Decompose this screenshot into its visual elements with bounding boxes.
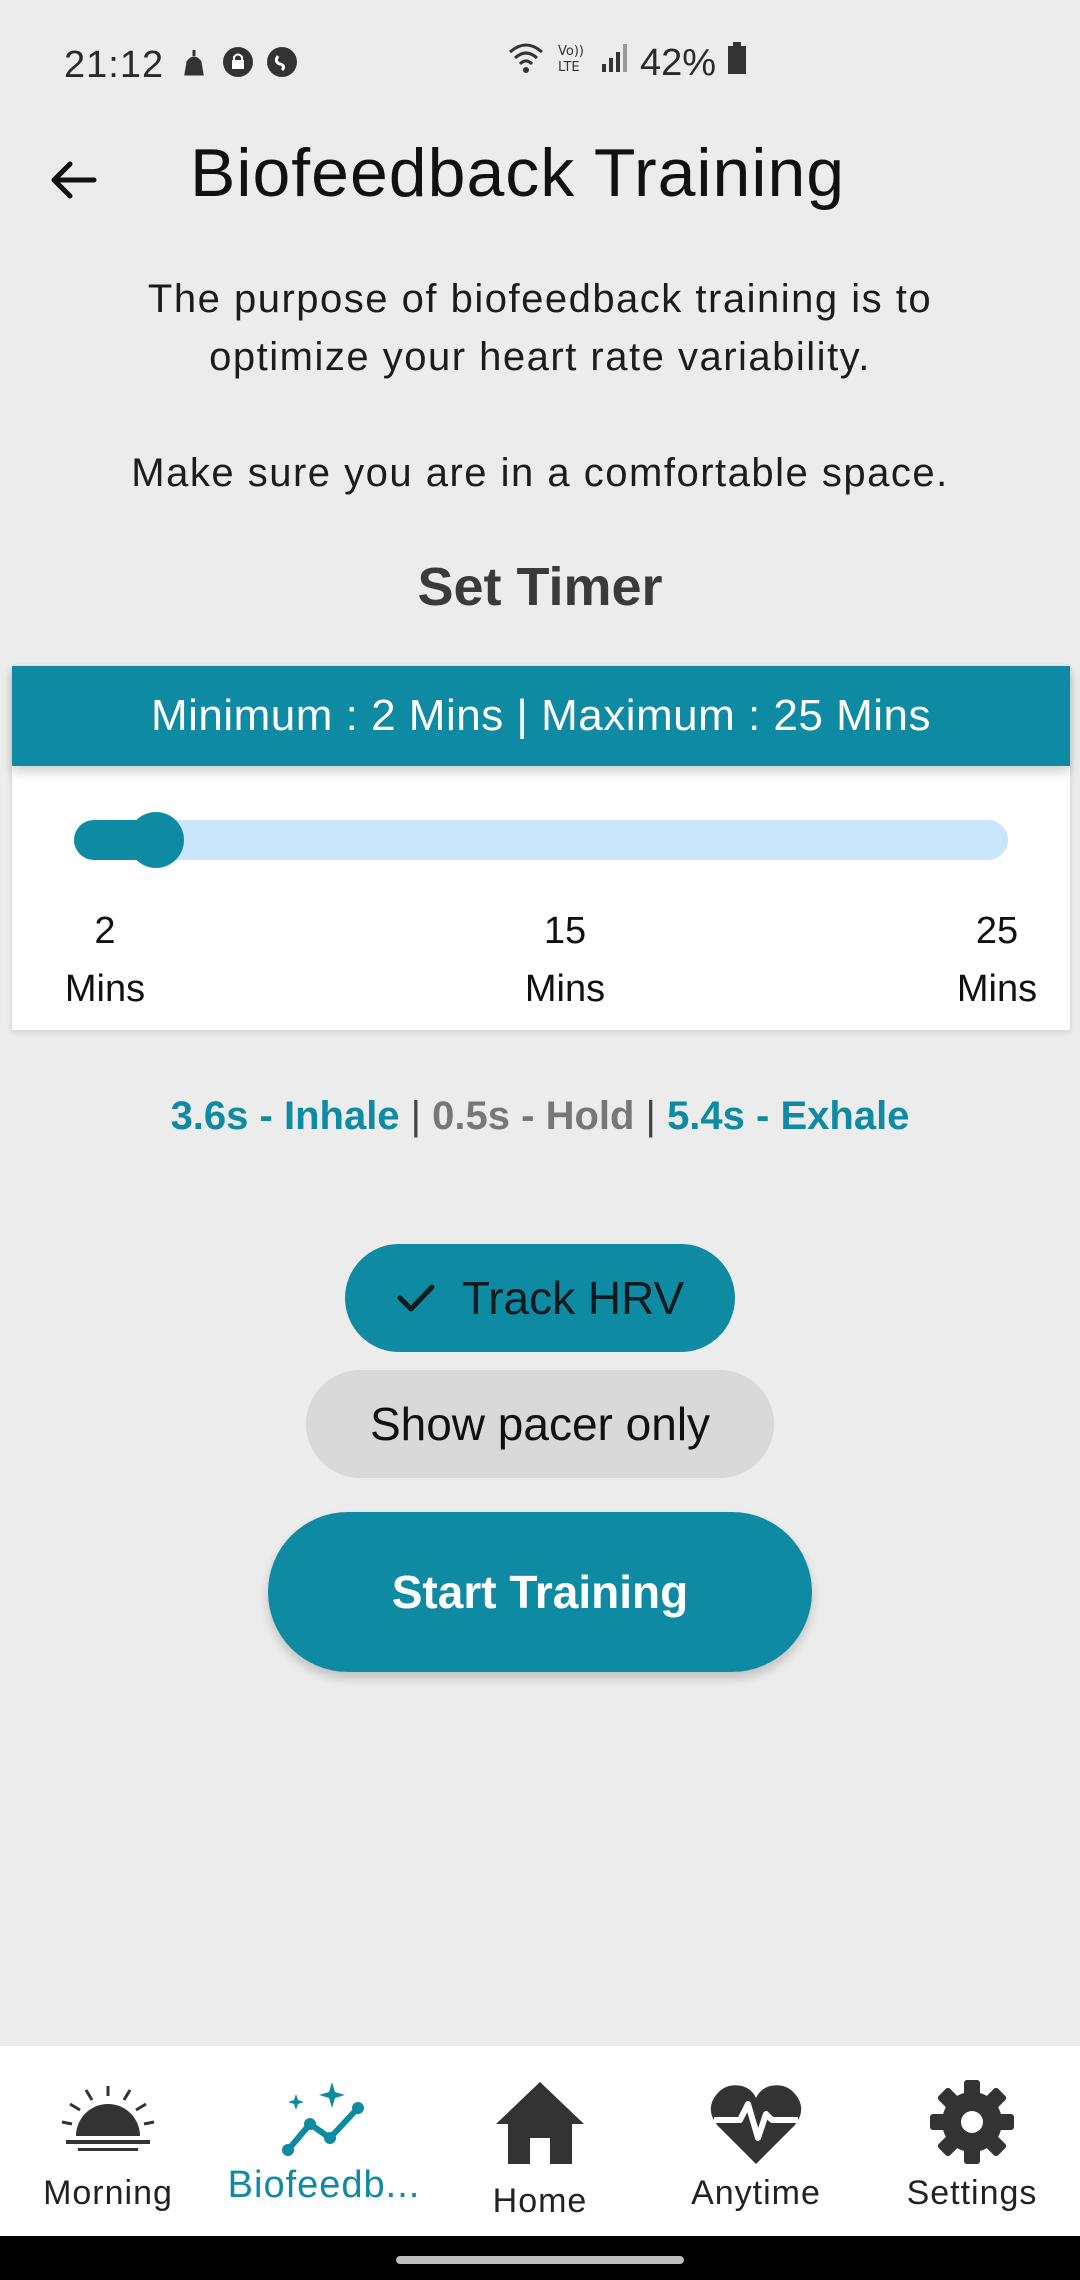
intro-text: The purpose of biofeedback training is t…: [0, 270, 1080, 386]
tick-mid-unit: Mins: [524, 968, 606, 1010]
arrow-left-icon: [51, 161, 97, 199]
tick-mid-value: 15: [543, 910, 587, 952]
header: Biofeedback Training: [0, 120, 1080, 240]
set-timer-heading: Set Timer: [417, 557, 663, 617]
heartbeat-icon: [710, 2085, 802, 2164]
comfort-text: Make sure you are in a comfortable space…: [131, 451, 949, 495]
intro-line-1: The purpose of biofeedback training is t…: [147, 277, 933, 321]
tick-max-value: 25: [975, 910, 1019, 952]
gesture-bar: [0, 2236, 1080, 2280]
battery-icon: [726, 40, 748, 86]
timer-card: Minimum : 2 Mins | Maximum : 25 Mins 2 M…: [12, 666, 1070, 1030]
back-button[interactable]: [42, 148, 106, 212]
nav-label-home: Home: [492, 2182, 588, 2220]
page-title: Biofeedback Training: [190, 135, 846, 211]
status-right: Vo)) LTE 42%: [506, 40, 748, 86]
notification-icons: [176, 44, 300, 80]
tick-max-unit: Mins: [956, 968, 1038, 1010]
nav-item-biofeedback[interactable]: Biofeedb...: [216, 2046, 432, 2236]
tick-mid: 15 Mins: [510, 902, 620, 1018]
svg-text:Vo)): Vo)): [558, 44, 584, 59]
nav-label-settings: Settings: [906, 2174, 1038, 2212]
home-gesture-handle[interactable]: [396, 2256, 684, 2264]
nav-item-anytime[interactable]: Anytime: [648, 2046, 864, 2236]
timer-slider[interactable]: [74, 812, 1008, 868]
breathing-pattern: 3.6s - Inhale | 0.5s - Hold | 5.4s - Exh…: [0, 1094, 1080, 1139]
nav-label-anytime: Anytime: [691, 2174, 821, 2212]
status-bar: 21:12 Vo)) LTE 42%: [0, 0, 1080, 130]
wifi-icon: [506, 40, 546, 86]
separator-1: |: [399, 1094, 433, 1138]
hold-text: 0.5s - Hold: [432, 1094, 635, 1138]
checkmark-icon: [397, 1284, 435, 1312]
battery-percent: 42%: [640, 41, 717, 84]
track-hrv-label: Track HRV: [461, 1272, 685, 1324]
bottom-nav: Morning Biofeedb... Home Anytime Setting…: [0, 2046, 1080, 2236]
gear-icon: [930, 2080, 1014, 2164]
status-time: 21:12: [64, 44, 165, 86]
show-pacer-label: Show pacer only: [369, 1398, 711, 1450]
tick-min-unit: Mins: [64, 968, 146, 1010]
start-training-button[interactable]: Start Training: [268, 1512, 812, 1672]
nav-item-settings[interactable]: Settings: [864, 2046, 1080, 2236]
signal-icon: [600, 40, 630, 86]
nav-item-home[interactable]: Home: [432, 2046, 648, 2236]
lock-circle-icon: [220, 44, 256, 80]
inhale-text: 3.6s - Inhale: [170, 1094, 400, 1138]
nav-label-morning: Morning: [43, 2174, 173, 2212]
volte-icon: Vo)) LTE: [556, 40, 590, 86]
tick-max: 25 Mins: [932, 902, 1062, 1018]
sparkle-graph-icon: [282, 2082, 364, 2156]
shazam-icon: [264, 44, 300, 80]
start-training-label: Start Training: [391, 1566, 689, 1618]
show-pacer-only-toggle[interactable]: Show pacer only: [306, 1370, 774, 1478]
svg-text:LTE: LTE: [558, 60, 580, 75]
alarm-icon: [176, 44, 212, 80]
slider-thumb[interactable]: [128, 812, 184, 868]
sunrise-icon: [61, 2086, 155, 2151]
tick-min-value: 2: [94, 910, 116, 952]
separator-2: |: [634, 1094, 668, 1138]
timer-range-label: Minimum : 2 Mins | Maximum : 25 Mins: [12, 666, 1070, 766]
tick-min: 2 Mins: [50, 902, 160, 1018]
nav-item-morning[interactable]: Morning: [0, 2046, 216, 2236]
home-icon: [496, 2082, 584, 2164]
intro-line-2: optimize your heart rate variability.: [209, 335, 871, 379]
track-hrv-toggle[interactable]: Track HRV: [345, 1244, 735, 1352]
exhale-text: 5.4s - Exhale: [667, 1094, 910, 1138]
nav-label-biofeedback: Biofeedb...: [227, 2164, 421, 2206]
